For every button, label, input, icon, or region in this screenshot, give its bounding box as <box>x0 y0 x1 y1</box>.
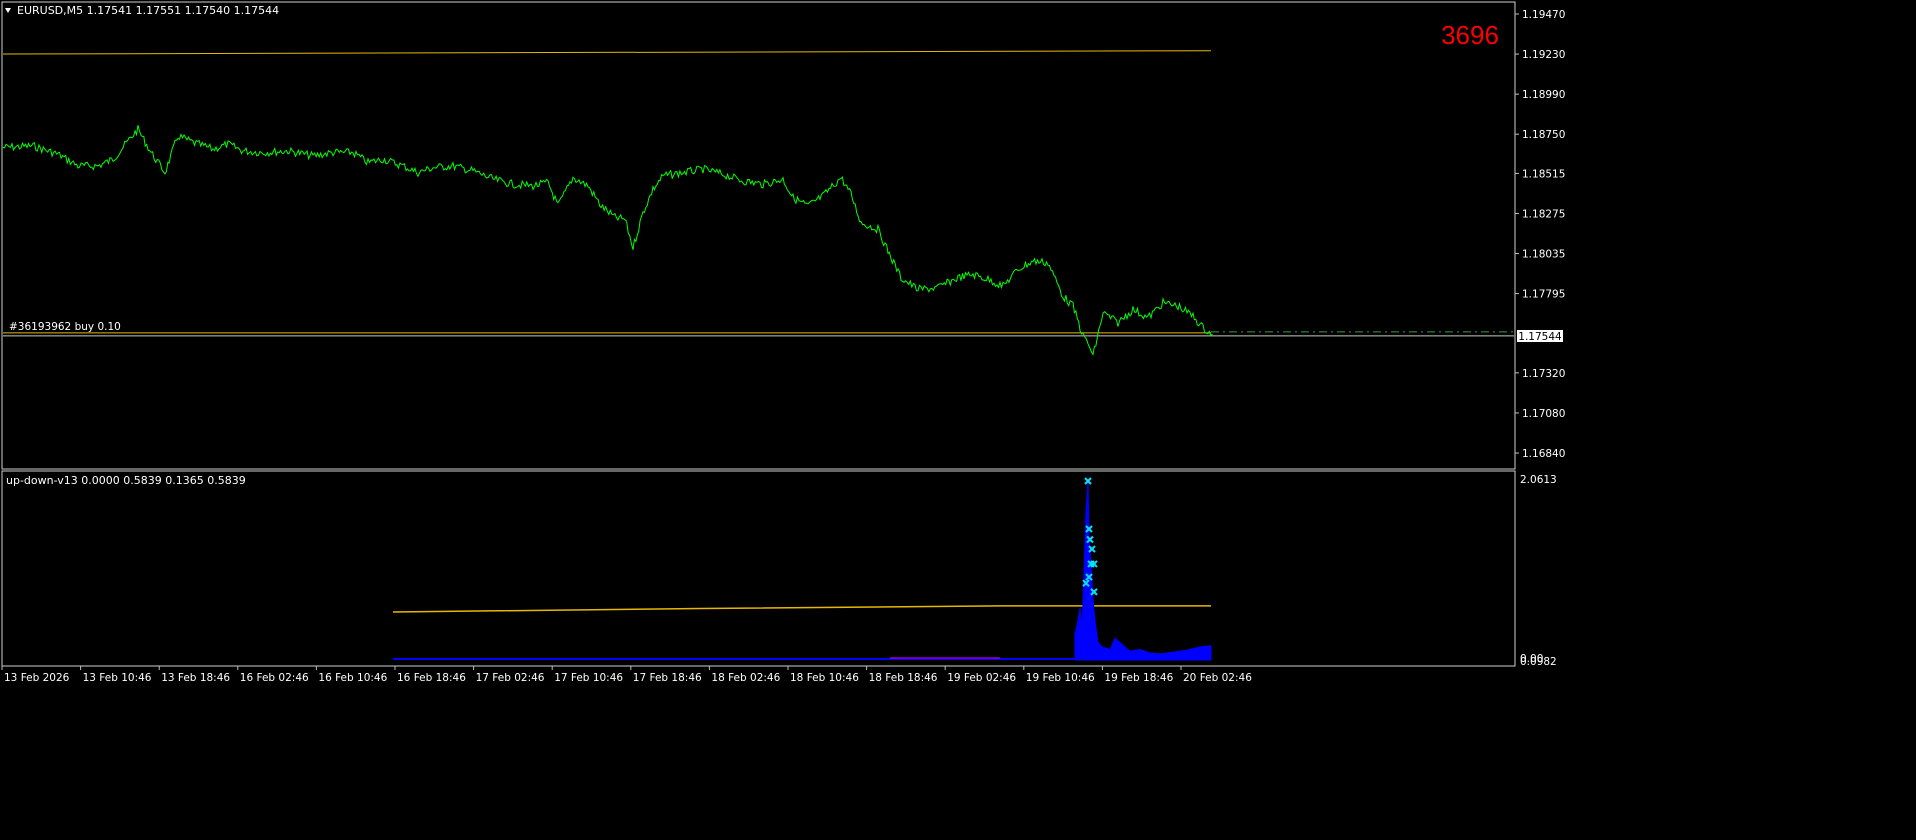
time-tick-label: 19 Feb 18:46 <box>1104 672 1173 684</box>
time-tick-label: 13 Feb 2026 <box>4 672 70 684</box>
time-tick-label: 17 Feb 10:46 <box>554 672 623 684</box>
chart-window[interactable]: EURUSD,M5 1.17541 1.17551 1.17540 1.1754… <box>0 0 1916 840</box>
time-tick-label: 19 Feb 10:46 <box>1026 672 1095 684</box>
time-tick-label: 16 Feb 02:46 <box>240 672 309 684</box>
time-tick-label: 16 Feb 18:46 <box>397 672 466 684</box>
time-tick-label: 13 Feb 10:46 <box>83 672 152 684</box>
price-tick-label: 1.17080 <box>1522 408 1565 420</box>
indicator-tick-label: 2.0613 <box>1520 474 1557 486</box>
time-tick-label: 18 Feb 10:46 <box>790 672 859 684</box>
time-tick-label: 18 Feb 02:46 <box>711 672 780 684</box>
main-header: EURUSD,M5 1.17541 1.17551 1.17540 1.1754… <box>17 4 279 17</box>
price-tick-label: 1.18035 <box>1522 249 1565 261</box>
price-tick-label: 1.18275 <box>1522 208 1565 220</box>
price-tick-label: 1.17320 <box>1522 368 1565 380</box>
time-tick-label: 20 Feb 02:46 <box>1183 672 1252 684</box>
price-tick-label: 1.18515 <box>1522 168 1565 180</box>
price-tick-label: 1.18990 <box>1522 89 1565 101</box>
price-tick-label: 1.18750 <box>1522 129 1565 141</box>
counter-label: 3696 <box>1441 20 1499 50</box>
price-tick-label: 1.19230 <box>1522 49 1565 61</box>
indicator-header: up-down-v13 0.0000 0.5839 0.1365 0.5839 <box>6 474 246 487</box>
chart-background <box>0 0 1916 840</box>
time-tick-label: 19 Feb 02:46 <box>947 672 1016 684</box>
price-tick-label: 1.16840 <box>1522 448 1565 460</box>
time-tick-label: 17 Feb 02:46 <box>476 672 545 684</box>
order-label: #36193962 buy 0.10 <box>9 321 121 333</box>
time-tick-label: 18 Feb 18:46 <box>869 672 938 684</box>
time-tick-label: 17 Feb 18:46 <box>633 672 702 684</box>
time-tick-label: 13 Feb 18:46 <box>161 672 230 684</box>
time-tick-label: 16 Feb 10:46 <box>318 672 387 684</box>
indicator-zero-label: 0.00 <box>1520 653 1543 665</box>
price-tick-label: 1.19470 <box>1522 9 1565 21</box>
price-tick-label: 1.17795 <box>1522 289 1565 301</box>
current-price-label: 1.17544 <box>1518 331 1562 343</box>
